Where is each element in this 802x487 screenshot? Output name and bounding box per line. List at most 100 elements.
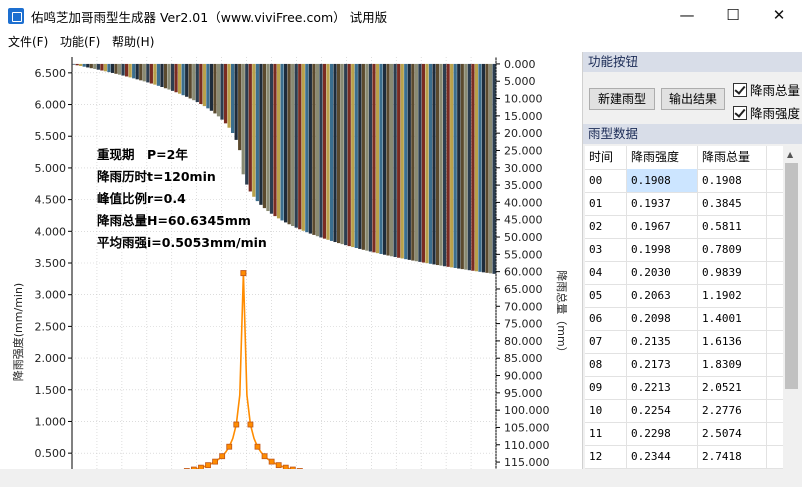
time-cell[interactable]: 09 xyxy=(585,376,627,399)
cumulative-bar xyxy=(160,63,164,88)
total-cell[interactable]: 0.7809 xyxy=(698,238,767,261)
total-cell[interactable]: 1.4001 xyxy=(698,307,767,330)
cumulative-bar xyxy=(294,63,298,228)
right-tick-label: 95.000 xyxy=(504,387,543,400)
table-row[interactable]: 06 0.2098 1.4001 xyxy=(585,307,785,331)
total-cell[interactable]: 0.3845 xyxy=(698,192,767,215)
horizontal-scrollbar[interactable] xyxy=(0,469,802,487)
intensity-checkbox[interactable]: 降雨强度 xyxy=(733,103,800,122)
scroll-thumb[interactable] xyxy=(785,163,798,389)
right-tick-label: 105.000 xyxy=(504,421,550,434)
table-row[interactable]: 01 0.1937 0.3845 xyxy=(585,192,785,216)
time-cell[interactable]: 03 xyxy=(585,238,627,261)
menu-help[interactable]: 帮助(H) xyxy=(112,33,154,50)
table-row[interactable]: 03 0.1998 0.7809 xyxy=(585,238,785,262)
cumulative-bar xyxy=(181,63,185,96)
intensity-cell[interactable]: 0.1967 xyxy=(627,215,698,238)
cumulative-bar xyxy=(199,63,203,105)
time-cell[interactable]: 08 xyxy=(585,353,627,376)
intensity-cell[interactable]: 0.2173 xyxy=(627,353,698,376)
cumulative-bar xyxy=(460,63,464,270)
total-rainfall-checkbox[interactable]: 降雨总量 xyxy=(733,80,800,99)
table-row[interactable]: 04 0.2030 0.9839 xyxy=(585,261,785,285)
total-cell[interactable]: 0.1908 xyxy=(698,169,767,192)
intensity-point xyxy=(261,453,268,460)
checkbox-label: 降雨强度 xyxy=(750,106,801,121)
scroll-up-icon[interactable]: ▲ xyxy=(787,150,793,159)
cumulative-bar xyxy=(100,63,104,71)
cumulative-bar xyxy=(234,63,238,140)
table-row[interactable]: 08 0.2173 1.8309 xyxy=(585,353,785,377)
intensity-cell[interactable]: 0.1998 xyxy=(627,238,698,261)
cumulative-bar xyxy=(125,63,129,77)
time-cell[interactable]: 01 xyxy=(585,192,627,215)
close-button[interactable]: ✕ xyxy=(756,0,802,30)
table-row[interactable]: 00 0.1908 0.1908 xyxy=(585,169,785,193)
time-cell[interactable]: 11 xyxy=(585,422,627,445)
total-cell[interactable]: 1.6136 xyxy=(698,330,767,353)
intensity-cell[interactable]: 0.2135 xyxy=(627,330,698,353)
total-cell[interactable]: 2.0521 xyxy=(698,376,767,399)
cumulative-bar xyxy=(428,63,433,264)
intensity-cell[interactable]: 0.2063 xyxy=(627,284,698,307)
intensity-cell[interactable]: 0.2030 xyxy=(627,261,698,284)
table-scrollbar[interactable]: ▲ xyxy=(783,146,800,469)
time-cell[interactable]: 05 xyxy=(585,284,627,307)
column-header-total[interactable]: 降雨总量 xyxy=(698,146,767,169)
maximize-button[interactable]: ☐ xyxy=(710,0,756,30)
cumulative-bar xyxy=(372,63,376,253)
intensity-cell[interactable]: 0.2213 xyxy=(627,376,698,399)
new-pattern-button[interactable]: 新建雨型 xyxy=(589,88,655,110)
rain-data-table[interactable]: 时间 降雨强度 降雨总量 00 0.1908 0.1908 01 0.1937 0.384… xyxy=(585,146,785,469)
cumulative-bar xyxy=(485,63,489,273)
right-tick-label: 75.000 xyxy=(504,318,543,331)
right-tick-label: 5.000 xyxy=(504,75,536,88)
intensity-cell[interactable]: 0.2098 xyxy=(627,307,698,330)
left-tick-label: 3.500 xyxy=(35,257,67,270)
left-tick-label: 1.500 xyxy=(35,384,67,397)
table-row[interactable]: 02 0.1967 0.5811 xyxy=(585,215,785,239)
cumulative-bar xyxy=(79,63,83,67)
intensity-point xyxy=(212,458,219,465)
table-row[interactable]: 12 0.2344 2.7418 xyxy=(585,445,785,469)
cumulative-bar xyxy=(488,63,493,274)
total-cell[interactable]: 0.5811 xyxy=(698,215,767,238)
function-header: 功能按钮 xyxy=(583,52,802,72)
total-cell[interactable]: 0.9839 xyxy=(698,261,767,284)
time-cell[interactable]: 04 xyxy=(585,261,627,284)
table-row[interactable]: 09 0.2213 2.0521 xyxy=(585,376,785,400)
menu-function[interactable]: 功能(F) xyxy=(60,33,100,50)
time-cell[interactable]: 02 xyxy=(585,215,627,238)
cumulative-bar xyxy=(142,63,146,82)
export-button[interactable]: 输出结果 xyxy=(661,88,725,110)
table-row[interactable]: 10 0.2254 2.2776 xyxy=(585,399,785,423)
right-tick-label: 10.000 xyxy=(504,93,543,106)
minimize-button[interactable]: — xyxy=(664,0,710,30)
intensity-cell[interactable]: 0.1908 xyxy=(627,169,698,192)
table-row[interactable]: 07 0.2135 1.6136 xyxy=(585,330,785,354)
total-cell[interactable]: 2.5074 xyxy=(698,422,767,445)
total-cell[interactable]: 1.1902 xyxy=(698,284,767,307)
cumulative-bar xyxy=(262,63,267,209)
table-row[interactable]: 11 0.2298 2.5074 xyxy=(585,422,785,446)
intensity-cell[interactable]: 0.2344 xyxy=(627,445,698,468)
total-cell[interactable]: 1.8309 xyxy=(698,353,767,376)
time-cell[interactable]: 00 xyxy=(585,169,627,192)
time-cell[interactable]: 12 xyxy=(585,445,627,468)
intensity-cell[interactable]: 0.1937 xyxy=(627,192,698,215)
total-cell[interactable]: 2.7418 xyxy=(698,445,767,468)
left-tick-label: 2.000 xyxy=(35,352,67,365)
cumulative-bar xyxy=(390,63,394,257)
cumulative-bar xyxy=(132,63,136,79)
time-cell[interactable]: 07 xyxy=(585,330,627,353)
column-header-intensity[interactable]: 降雨强度 xyxy=(627,146,698,169)
time-cell[interactable]: 10 xyxy=(585,399,627,422)
column-header-time[interactable]: 时间 xyxy=(585,146,627,169)
total-cell[interactable]: 2.2776 xyxy=(698,399,767,422)
table-row[interactable]: 05 0.2063 1.1902 xyxy=(585,284,785,308)
intensity-cell[interactable]: 0.2254 xyxy=(627,399,698,422)
intensity-cell[interactable]: 0.2298 xyxy=(627,422,698,445)
time-cell[interactable]: 06 xyxy=(585,307,627,330)
menu-file[interactable]: 文件(F) xyxy=(8,33,48,50)
cumulative-bar xyxy=(432,63,436,265)
